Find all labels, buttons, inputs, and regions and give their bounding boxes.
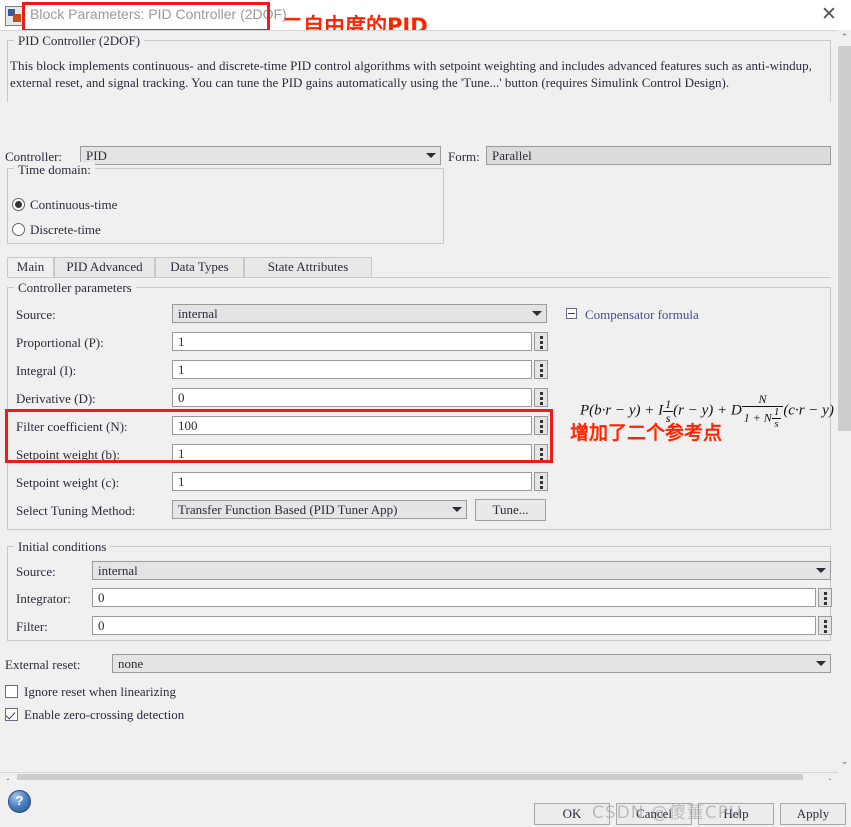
setpoint-weight-b-stepper[interactable] xyxy=(534,444,548,463)
tab-strip: Main PID Advanced Data Types State Attri… xyxy=(7,257,831,278)
chevron-down-icon xyxy=(452,507,462,512)
derivative-label: Derivative (D): xyxy=(16,391,96,406)
scroll-down-icon[interactable]: ⌄ xyxy=(838,754,851,770)
formula-derivative-fraction: N1 + N1s xyxy=(741,393,784,430)
ic-source-label: Source: xyxy=(16,564,56,579)
integral-stepper[interactable] xyxy=(534,360,548,379)
csdn-watermark: CSDN @傻董CPU xyxy=(592,803,743,823)
formula-d-den: 1 + N1s xyxy=(742,405,784,430)
formula-d-den-prefix: 1 + N xyxy=(743,409,772,424)
setpoint-weight-c-input[interactable]: 1 xyxy=(172,472,532,491)
filter-input[interactable]: 0 xyxy=(92,616,816,635)
window-title: Block Parameters: PID Controller (2DOF) xyxy=(30,6,287,22)
form-value-field: Parallel xyxy=(486,146,831,165)
tab-main[interactable]: Main xyxy=(7,257,54,277)
filter-stepper[interactable] xyxy=(818,616,832,635)
filter-label: Filter: xyxy=(16,619,48,634)
tab-state-attributes[interactable]: State Attributes xyxy=(244,257,372,277)
form-label: Form: xyxy=(448,149,480,164)
compensator-formula-title: Compensator formula xyxy=(585,307,699,322)
simulink-block-icon xyxy=(5,6,25,26)
formula-p-term: P(b·r − y) + I xyxy=(580,402,664,419)
tuning-method-label: Select Tuning Method: xyxy=(16,503,136,518)
controller-parameters-group-label: Controller parameters xyxy=(14,280,136,296)
external-reset-select[interactable]: none xyxy=(112,654,831,673)
annotation-setpoint-note: 增加了二个参考点 xyxy=(570,422,723,444)
ic-source-value: internal xyxy=(98,563,138,578)
chevron-down-icon xyxy=(816,661,826,666)
radio-continuous-time[interactable] xyxy=(12,198,25,211)
filter-coefficient-stepper[interactable] xyxy=(534,416,548,435)
initial-conditions-group-label: Initial conditions xyxy=(14,539,111,555)
tuning-method-select[interactable]: Transfer Function Based (PID Tuner App) xyxy=(172,500,467,519)
filter-coefficient-label: Filter coefficient (N): xyxy=(16,419,128,434)
help-question-icon[interactable]: ? xyxy=(8,790,31,813)
proportional-label: Proportional (P): xyxy=(16,335,104,350)
integrator-stepper[interactable] xyxy=(818,588,832,607)
proportional-input[interactable]: 1 xyxy=(172,332,532,351)
description-group-label: PID Controller (2DOF) xyxy=(14,33,145,49)
checkbox-zero-crossing[interactable] xyxy=(5,708,18,721)
formula-i-tail: (r − y) + D xyxy=(673,402,742,419)
radio-continuous-time-label: Continuous-time xyxy=(30,197,118,212)
tab-pid-advanced[interactable]: PID Advanced xyxy=(54,257,155,277)
integrator-input[interactable]: 0 xyxy=(92,588,816,607)
external-reset-label: External reset: xyxy=(5,657,81,672)
checkbox-ignore-reset-label: Ignore reset when linearizing xyxy=(24,684,176,699)
close-icon[interactable]: ✕ xyxy=(817,4,841,26)
proportional-stepper[interactable] xyxy=(534,332,548,351)
cp-source-value: internal xyxy=(178,306,218,321)
integral-label: Integral (I): xyxy=(16,363,77,378)
dialog-client-area: PID Controller (2DOF) This block impleme… xyxy=(0,30,838,788)
vertical-scroll-thumb[interactable] xyxy=(838,46,851,431)
checkbox-ignore-reset[interactable] xyxy=(5,685,18,698)
ic-source-select[interactable]: internal xyxy=(92,561,831,580)
formula-d-num: N xyxy=(741,393,784,407)
external-reset-value: none xyxy=(118,656,144,671)
setpoint-weight-c-label: Setpoint weight (c): xyxy=(16,475,120,490)
apply-button[interactable]: Apply xyxy=(780,803,846,825)
radio-discrete-time[interactable] xyxy=(12,223,25,236)
setpoint-weight-b-input[interactable]: 1 xyxy=(172,444,532,463)
formula-c-term: (c·r − y) xyxy=(783,402,834,419)
cp-source-select[interactable]: internal xyxy=(172,304,547,323)
controller-select[interactable]: PID xyxy=(80,146,441,165)
tuning-method-value: Transfer Function Based (PID Tuner App) xyxy=(178,502,398,517)
setpoint-weight-c-stepper[interactable] xyxy=(534,472,548,491)
integrator-label: Integrator: xyxy=(16,591,71,606)
formula-d-inner-den: s xyxy=(774,417,779,430)
tune-button[interactable]: Tune... xyxy=(475,499,546,521)
radio-discrete-time-label: Discrete-time xyxy=(30,222,101,237)
description-text: This block implements continuous- and di… xyxy=(10,58,812,90)
chevron-down-icon xyxy=(426,153,436,158)
collapse-minus-icon[interactable] xyxy=(566,308,577,319)
chevron-down-icon xyxy=(532,311,542,316)
derivative-input[interactable]: 0 xyxy=(172,388,532,407)
integral-input[interactable]: 1 xyxy=(172,360,532,379)
derivative-stepper[interactable] xyxy=(534,388,548,407)
setpoint-weight-b-label: Setpoint weight (b): xyxy=(16,447,120,462)
vertical-scrollbar[interactable]: ⌃ ⌄ xyxy=(838,30,851,770)
form-value: Parallel xyxy=(492,148,532,163)
formula-i-num: 1 xyxy=(663,397,674,412)
tab-data-types[interactable]: Data Types xyxy=(155,257,244,277)
formula-d-inner-num: 1 xyxy=(771,405,782,419)
formula-d-inner-fraction: 1s xyxy=(771,405,782,430)
filter-coefficient-input[interactable]: 100 xyxy=(172,416,532,435)
time-domain-group-label: Time domain: xyxy=(14,162,95,178)
checkbox-zero-crossing-label: Enable zero-crossing detection xyxy=(24,707,185,722)
controller-select-value: PID xyxy=(86,148,107,163)
scroll-up-icon[interactable]: ⌃ xyxy=(838,30,851,46)
chevron-down-icon xyxy=(816,568,826,573)
cp-source-label: Source: xyxy=(16,307,56,322)
